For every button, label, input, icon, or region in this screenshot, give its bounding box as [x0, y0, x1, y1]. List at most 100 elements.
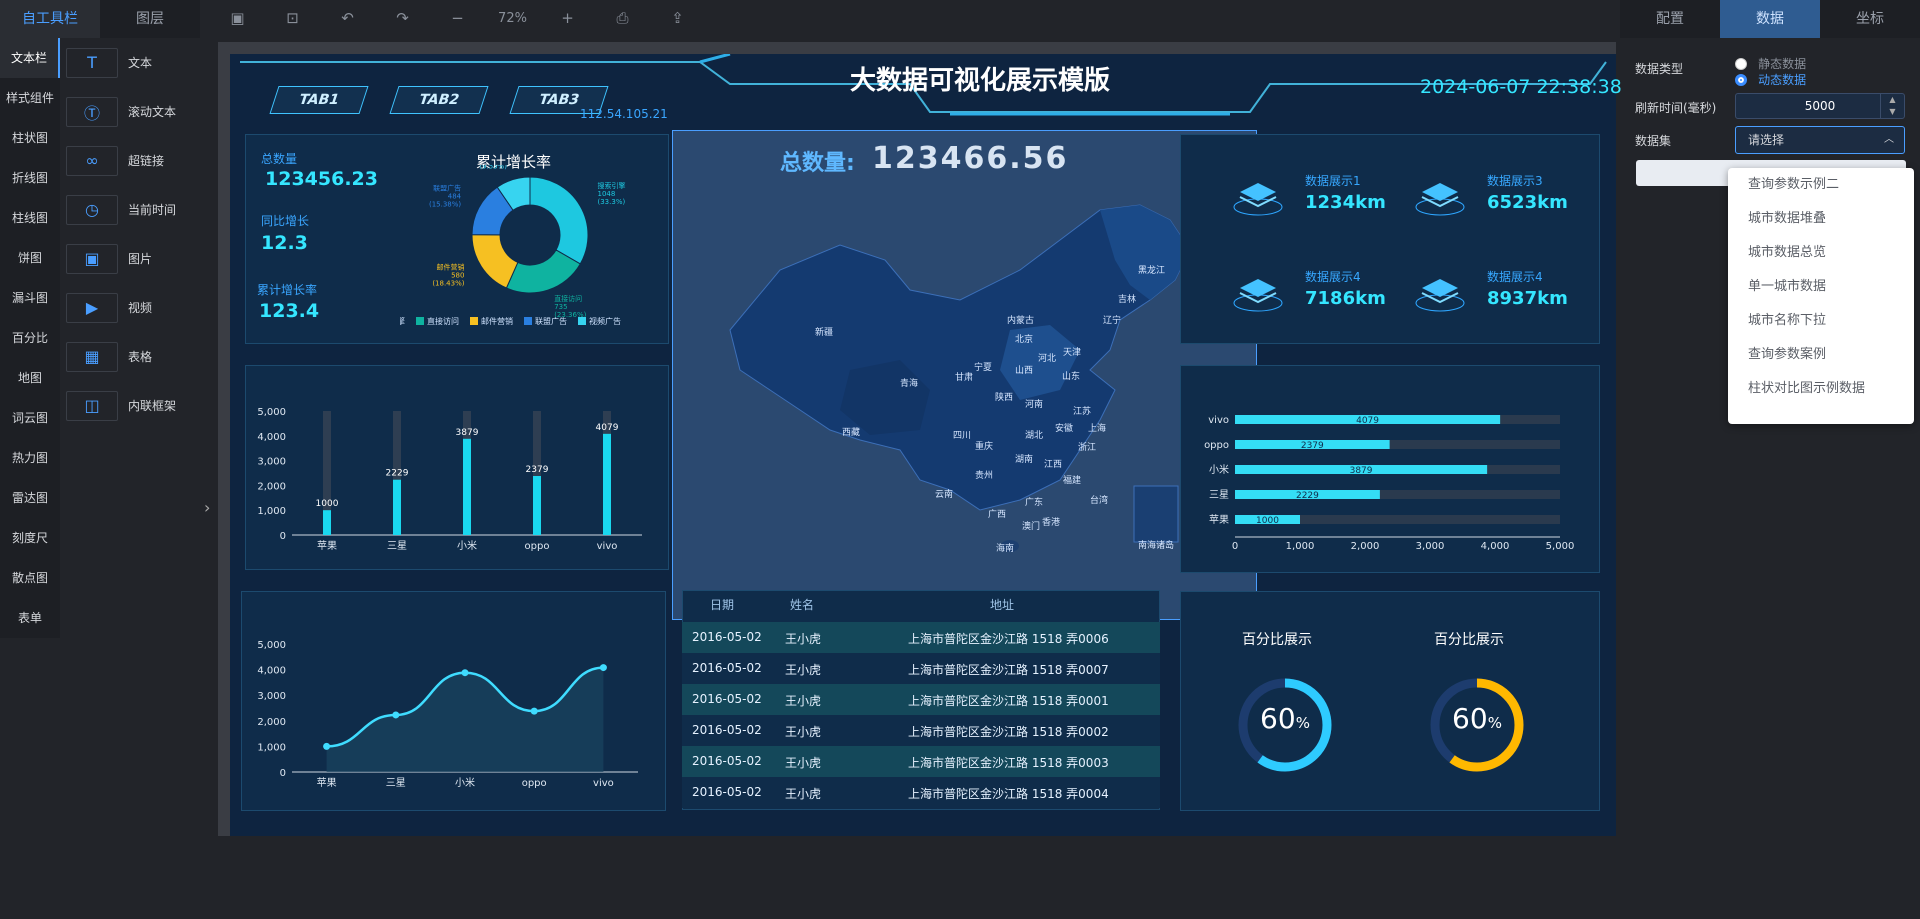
- map-label[interactable]: 澳门: [1022, 519, 1040, 532]
- table-row[interactable]: 2016-05-02 王小虎 上海市普陀区金沙江路 1518 弄0003: [682, 746, 1160, 777]
- map-label[interactable]: 内蒙古: [1007, 313, 1034, 326]
- map-label[interactable]: 甘肃: [955, 370, 973, 383]
- component-item[interactable]: ▶ 视频: [60, 283, 210, 332]
- map-label[interactable]: 上海: [1088, 421, 1106, 434]
- stamp-icon[interactable]: ⎙: [595, 0, 650, 36]
- datetime: 2024-06-07 22:38:38: [1420, 76, 1622, 98]
- export-icon[interactable]: ⇪: [650, 0, 705, 36]
- dataset-option[interactable]: 单一城市数据: [1728, 270, 1914, 304]
- component-item[interactable]: T 文本: [60, 38, 210, 87]
- bar: [323, 510, 331, 535]
- map-label[interactable]: 青海: [900, 376, 918, 389]
- map-label[interactable]: 香港: [1042, 515, 1060, 528]
- category-item[interactable]: 饼图: [0, 238, 60, 278]
- category-item[interactable]: 表单: [0, 598, 60, 638]
- category-item[interactable]: 样式组件: [0, 78, 60, 118]
- category-item[interactable]: 刻度尺: [0, 518, 60, 558]
- tab-coordinates[interactable]: 坐标: [1820, 0, 1920, 38]
- map-label[interactable]: 江苏: [1073, 404, 1091, 417]
- map-label[interactable]: 贵州: [975, 468, 993, 481]
- category-item[interactable]: 散点图: [0, 558, 60, 598]
- dataset-option[interactable]: 查询参数示例二: [1728, 168, 1914, 202]
- zoom-in-icon[interactable]: +: [540, 0, 595, 36]
- map-label[interactable]: 陕西: [995, 390, 1013, 403]
- dataset-select[interactable]: 请选择 ︿: [1735, 126, 1905, 154]
- dataset-option[interactable]: 城市数据总览: [1728, 236, 1914, 270]
- category-item[interactable]: 百分比: [0, 318, 60, 358]
- map-label[interactable]: 黑龙江: [1138, 263, 1165, 276]
- map-label[interactable]: 河北: [1038, 351, 1056, 364]
- category-item[interactable]: 柱线图: [0, 198, 60, 238]
- map-label[interactable]: 重庆: [975, 439, 993, 452]
- undo-icon[interactable]: ↶: [320, 0, 375, 36]
- radio-static-button[interactable]: [1735, 57, 1747, 70]
- table-row[interactable]: 2016-05-02 王小虎 上海市普陀区金沙江路 1518 弄0002: [682, 715, 1160, 746]
- radio-dynamic-button[interactable]: [1735, 73, 1747, 86]
- table-row[interactable]: 2016-05-02 王小虎 上海市普陀区金沙江路 1518 弄0004: [682, 777, 1160, 808]
- dash-tab-1[interactable]: TAB1: [269, 86, 369, 114]
- iframe-icon: ◫: [66, 390, 118, 421]
- map-label[interactable]: 北京: [1015, 332, 1033, 345]
- map-label[interactable]: 四川: [953, 428, 971, 441]
- tab-data[interactable]: 数据: [1720, 0, 1820, 38]
- table-cell: 2016-05-02: [692, 630, 762, 644]
- radio-dynamic-label: 动态数据: [1758, 73, 1807, 87]
- redo-icon[interactable]: ↷: [375, 0, 430, 36]
- screenshot-icon[interactable]: ⊡: [265, 0, 320, 36]
- map-label[interactable]: 天津: [1063, 345, 1081, 358]
- zoom-out-icon[interactable]: −: [430, 0, 485, 36]
- save-icon[interactable]: ▣: [210, 0, 265, 36]
- map-label[interactable]: 山东: [1062, 369, 1080, 382]
- dataset-option[interactable]: 城市名称下拉: [1728, 304, 1914, 338]
- map-label[interactable]: 湖北: [1025, 428, 1043, 441]
- category-item[interactable]: 文本栏: [0, 38, 60, 78]
- map-label[interactable]: 辽宁: [1103, 313, 1121, 326]
- table-cell: 2016-05-02: [692, 723, 762, 737]
- tab-toolbar[interactable]: 自工具栏: [0, 0, 100, 38]
- component-item[interactable]: Ⓣ 滚动文本: [60, 87, 210, 136]
- refresh-stepper[interactable]: ▲ ▼: [1880, 94, 1904, 118]
- category-item[interactable]: 折线图: [0, 158, 60, 198]
- map-label[interactable]: 新疆: [815, 325, 833, 338]
- map-label[interactable]: 西藏: [842, 425, 860, 438]
- dash-tab-2[interactable]: TAB2: [389, 86, 489, 114]
- category-item[interactable]: 柱状图: [0, 118, 60, 158]
- map-label[interactable]: 云南: [935, 487, 953, 500]
- map-label[interactable]: 浙江: [1078, 440, 1096, 453]
- component-item[interactable]: ◷ 当前时间: [60, 185, 210, 234]
- dataset-option[interactable]: 查询参数案例: [1728, 338, 1914, 372]
- tab-layers[interactable]: 图层: [100, 0, 200, 38]
- radio-dynamic[interactable]: 动态数据: [1735, 69, 1806, 88]
- map-label[interactable]: 安徽: [1055, 421, 1073, 434]
- map-label[interactable]: 广西: [988, 507, 1006, 520]
- map-label[interactable]: 宁夏: [974, 360, 992, 373]
- dataset-option[interactable]: 城市数据堆叠: [1728, 202, 1914, 236]
- map-label[interactable]: 湖南: [1015, 452, 1033, 465]
- map-label[interactable]: 山西: [1015, 363, 1033, 376]
- dataset-option[interactable]: 柱状对比图示例数据: [1728, 372, 1914, 406]
- map-label[interactable]: 河南: [1025, 397, 1043, 410]
- map-label[interactable]: 江西: [1044, 457, 1062, 470]
- map-label[interactable]: 吉林: [1118, 292, 1136, 305]
- component-item[interactable]: ▦ 表格: [60, 332, 210, 381]
- map-label[interactable]: 南海诸岛: [1138, 538, 1174, 551]
- map-label[interactable]: 广东: [1025, 495, 1043, 508]
- category-item[interactable]: 雷达图: [0, 478, 60, 518]
- component-label: 超链接: [128, 154, 165, 168]
- map-label[interactable]: 台湾: [1090, 493, 1108, 506]
- collapse-chevron-icon[interactable]: ›: [204, 498, 210, 517]
- table-row[interactable]: 2016-05-02 王小虎 上海市普陀区金沙江路 1518 弄0007: [682, 653, 1160, 684]
- component-item[interactable]: ∞ 超链接: [60, 136, 210, 185]
- component-item[interactable]: ▣ 图片: [60, 234, 210, 283]
- component-item[interactable]: ◫ 内联框架: [60, 381, 210, 430]
- category-item[interactable]: 漏斗图: [0, 278, 60, 318]
- category-item[interactable]: 词云图: [0, 398, 60, 438]
- map-label[interactable]: 海南: [996, 541, 1014, 554]
- table-row[interactable]: 2016-05-02 王小虎 上海市普陀区金沙江路 1518 弄0001: [682, 684, 1160, 715]
- category-item[interactable]: 地图: [0, 358, 60, 398]
- category-item[interactable]: 热力图: [0, 438, 60, 478]
- map-label[interactable]: 福建: [1063, 473, 1081, 486]
- table-cell: 上海市普陀区金沙江路 1518 弄0004: [908, 787, 1109, 801]
- table-row[interactable]: 2016-05-02 王小虎 上海市普陀区金沙江路 1518 弄0006: [682, 622, 1160, 653]
- tab-config[interactable]: 配置: [1620, 0, 1720, 38]
